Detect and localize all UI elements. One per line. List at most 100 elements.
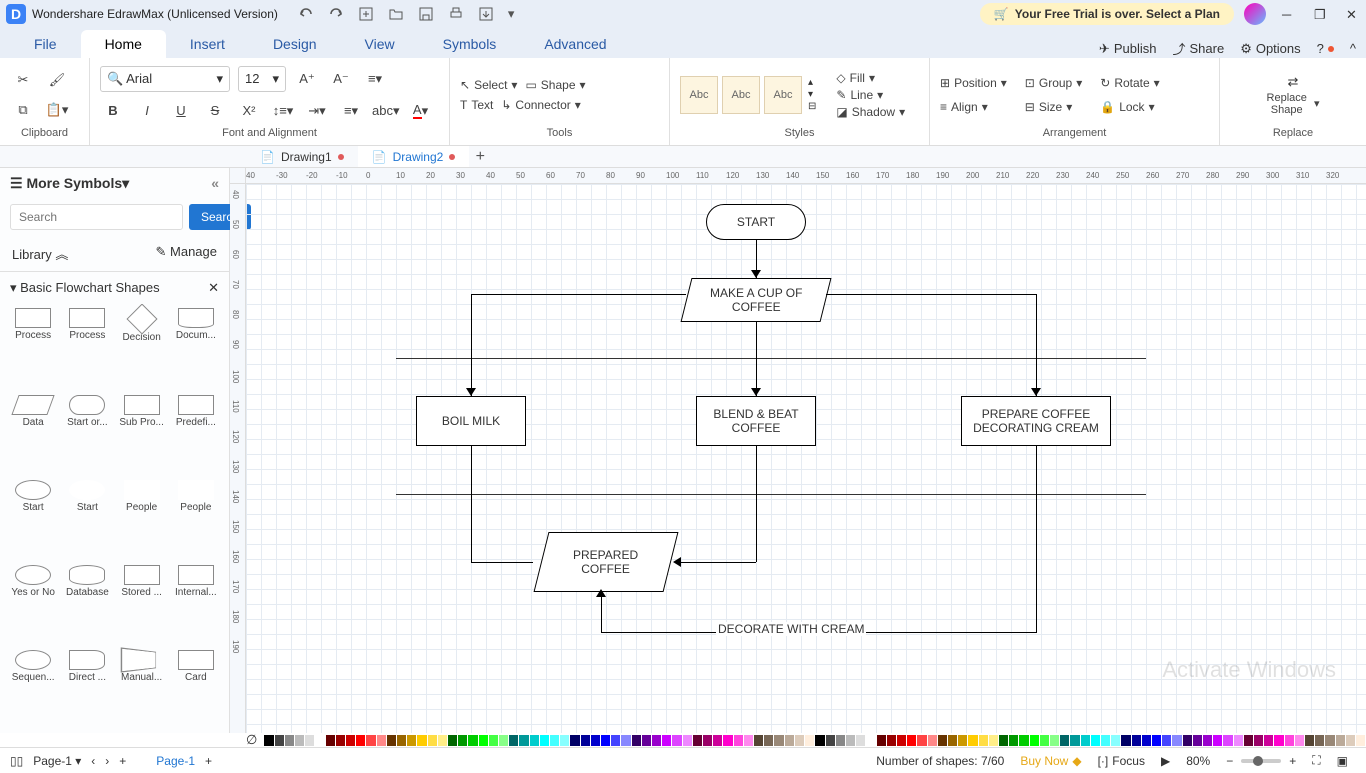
zoom-in-icon[interactable]: + [1289,754,1296,768]
line-button[interactable]: ✎ Line▾ [836,88,905,102]
color-swatch[interactable] [570,735,579,746]
color-swatch[interactable] [1203,735,1212,746]
color-swatch[interactable] [1152,735,1161,746]
shape-stencil[interactable]: Start or... [62,395,112,474]
color-palette[interactable]: ∅ [0,733,1366,747]
save-icon[interactable] [418,6,434,22]
color-swatch[interactable] [458,735,467,746]
color-swatch[interactable] [907,735,916,746]
canvas[interactable]: START MAKE A CUP OF COFFEE BOIL MILK BLE… [246,184,1366,733]
next-page-icon[interactable]: › [105,754,109,768]
color-swatch[interactable] [499,735,508,746]
color-swatch[interactable] [989,735,998,746]
color-swatch[interactable] [887,735,896,746]
lock-button[interactable]: 🔒 Lock▾ [1100,100,1159,114]
maximize-button[interactable]: ❐ [1314,7,1328,21]
shape-stencil[interactable]: Sequen... [8,650,58,729]
doc-tab[interactable]: 📄Drawing2 [358,146,470,167]
fill-button[interactable]: ◇ Fill▾ [836,71,905,85]
color-swatch[interactable] [387,735,396,746]
color-swatch[interactable] [1346,735,1355,746]
shape-stencil[interactable]: Docum... [171,308,221,389]
group-button[interactable]: ⊡ Group▾ [1025,76,1082,90]
shape-stencil[interactable]: Start [62,480,112,559]
shape-stencil[interactable]: Stored ... [117,565,167,644]
color-swatch[interactable] [550,735,559,746]
color-swatch[interactable] [999,735,1008,746]
color-swatch[interactable] [479,735,488,746]
color-swatch[interactable] [346,735,355,746]
color-swatch[interactable] [489,735,498,746]
size-button[interactable]: ⊟ Size▾ [1025,100,1082,114]
color-swatch[interactable] [1336,735,1345,746]
menu-tab-file[interactable]: File [10,30,81,58]
color-swatch[interactable] [581,735,590,746]
align-menu-icon[interactable]: ≡▾ [362,66,388,92]
node-blend[interactable]: BLEND & BEAT COFFEE [696,396,816,446]
menu-tab-symbols[interactable]: Symbols [419,30,521,58]
color-swatch[interactable] [785,735,794,746]
search-input[interactable] [10,204,183,230]
color-swatch[interactable] [468,735,477,746]
color-swatch[interactable] [540,735,549,746]
strikethrough-icon[interactable]: S [202,98,228,124]
export-icon[interactable] [478,6,494,22]
shape-stencil[interactable]: Data [8,395,58,474]
node-start[interactable]: START [706,204,806,240]
color-swatch[interactable] [1264,735,1273,746]
indent-icon[interactable]: ⇥▾ [304,98,330,124]
align-button[interactable]: ≡ Align▾ [940,100,1007,114]
section-toggle[interactable]: ▾ Basic Flowchart Shapes [10,280,160,296]
more-symbols-dropdown[interactable]: ☰ More Symbols▾ [10,175,129,192]
color-swatch[interactable] [805,735,814,746]
color-swatch[interactable] [1234,735,1243,746]
color-swatch[interactable] [846,735,855,746]
zoom-slider[interactable] [1241,759,1281,763]
page-select[interactable]: Page-1 ▾ [33,754,81,768]
position-button[interactable]: ⊞ Position▾ [940,76,1007,90]
color-swatch[interactable] [428,735,437,746]
rotate-button[interactable]: ↻ Rotate▾ [1100,76,1159,90]
color-swatch[interactable] [601,735,610,746]
color-swatch[interactable] [1091,735,1100,746]
buy-now-button[interactable]: Buy Now ◆ [1020,754,1081,768]
collapse-ribbon-icon[interactable]: ^ [1350,41,1356,56]
color-swatch[interactable] [979,735,988,746]
color-swatch[interactable] [1111,735,1120,746]
color-swatch[interactable] [928,735,937,746]
minimize-button[interactable]: ─ [1282,7,1296,21]
shape-stencil[interactable]: Decision [117,308,167,389]
shape-stencil[interactable]: Yes or No [8,565,58,644]
style-preset-3[interactable]: Abc [764,76,802,114]
shape-stencil[interactable]: Direct ... [62,650,112,729]
color-swatch[interactable] [683,735,692,746]
color-swatch[interactable] [1162,735,1171,746]
color-swatch[interactable] [1050,735,1059,746]
fit-page-icon[interactable]: ⛶ [1312,753,1320,768]
color-swatch[interactable] [938,735,947,746]
avatar[interactable] [1244,3,1266,25]
color-swatch[interactable] [1172,735,1181,746]
color-swatch[interactable] [315,735,324,746]
new-icon[interactable] [358,6,374,22]
color-swatch[interactable] [652,735,661,746]
color-swatch[interactable] [958,735,967,746]
shape-stencil[interactable]: Start [8,480,58,559]
case-icon[interactable]: abc▾ [372,98,400,124]
color-swatch[interactable] [1101,735,1110,746]
increase-font-icon[interactable]: A⁺ [294,66,320,92]
node-boil[interactable]: BOIL MILK [416,396,526,446]
color-swatch[interactable] [723,735,732,746]
shape-stencil[interactable]: Database [62,565,112,644]
color-swatch[interactable] [734,735,743,746]
menu-tab-view[interactable]: View [341,30,419,58]
color-swatch[interactable] [1274,735,1283,746]
replace-shape-button[interactable]: Replace Shape ▾ [1267,92,1320,116]
color-swatch[interactable] [417,735,426,746]
color-swatch[interactable] [672,735,681,746]
color-swatch[interactable] [856,735,865,746]
superscript-icon[interactable]: X² [236,98,262,124]
style-more-icon[interactable]: ⊟ [808,101,816,112]
color-swatch[interactable] [1213,735,1222,746]
add-doc-tab[interactable]: + [469,148,491,166]
